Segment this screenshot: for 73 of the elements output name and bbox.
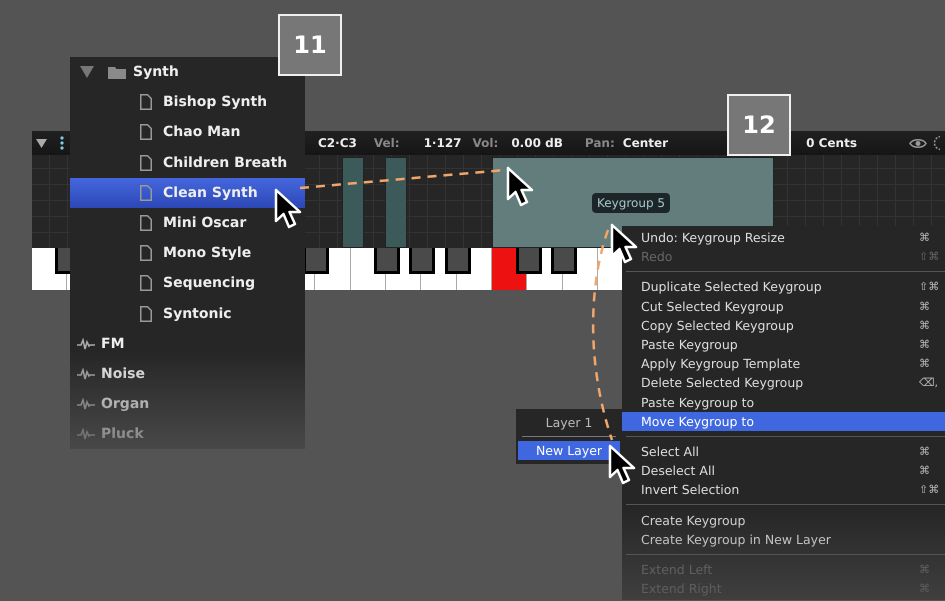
keygroup-tooltip: Keygroup 5 [592,193,670,213]
document-icon [140,275,152,292]
folder-icon [108,66,126,79]
eye-icon[interactable] [908,138,927,148]
folder-label: Synth [133,64,179,80]
mouse-pointer-icon [506,166,534,206]
disclosure-triangle-icon[interactable] [36,138,47,148]
mouse-pointer-icon [608,444,636,484]
knob-icon[interactable] [932,135,940,151]
shortcut-label: ⇧⌘ [919,250,940,264]
tune-value: 0 Cents [806,136,857,150]
waveform-icon [77,338,95,350]
document-icon [140,184,152,201]
document-icon [140,245,152,262]
waveform-icon [77,428,95,440]
volume-value: 0.00 dB [511,136,563,150]
layer-item[interactable]: New Layer [518,441,620,460]
note-range: C2·C3 [318,136,357,150]
patch-item[interactable]: Children Breath [70,148,305,178]
shortcut-label: ⌘ [919,300,930,313]
menu-item[interactable]: Create Keygroup in New Layer [622,530,945,549]
document-icon [140,306,152,322]
velocity-value: 1·127 [424,136,462,150]
mouse-pointer-icon [610,224,638,264]
menu-item[interactable]: Copy Selected Keygroup ⌘ [622,316,945,335]
menu-item[interactable]: Create Keygroup [622,510,945,530]
document-icon [140,215,152,232]
layer-item[interactable]: Layer 1 [516,413,622,432]
menu-item[interactable]: Cut Selected Keygroup ⌘ [622,296,945,316]
shortcut-label: ⇧⌘ [919,483,940,496]
category-item[interactable]: Noise [70,358,305,390]
category-item[interactable]: FM [70,328,305,359]
mouse-pointer-icon [274,188,302,228]
menu-item[interactable]: Paste Keygroup ⌘ [622,334,945,354]
menu-item[interactable]: Apply Keygroup Template ⌘ [622,354,945,374]
menu-item[interactable]: Select All ⌘ [622,442,945,462]
volume-label: Vol: [472,136,498,150]
category-item[interactable]: Organ [70,389,305,420]
document-icon [140,94,152,110]
shortcut-label: ⌘ [919,231,930,244]
waveform-icon [77,368,95,380]
shortcut-label: ⌘ [919,318,930,332]
shortcut-label: ⌘ [919,357,930,370]
patch-item[interactable]: Mini Oscar [70,208,305,238]
menu-item[interactable]: Paste Keygroup to [622,392,945,412]
shortcut-label: ⌫, [919,376,938,390]
patch-item[interactable]: Bishop Synth [70,87,305,118]
step-badge: 11 [278,14,342,76]
shortcut-label: ⌘ [919,464,930,478]
patch-item[interactable]: Syntonic [70,298,305,329]
menu-item[interactable]: Move Keygroup to [622,412,945,431]
shortcut-label: ⇧⌘ [919,280,940,294]
shortcut-label: ⌘ [919,562,930,576]
patch-item[interactable]: Sequencing [70,268,305,298]
pan-value: Center [622,136,668,150]
step-badge: 12 [727,94,791,156]
disclosure-triangle-icon[interactable] [80,66,94,78]
shortcut-label: ⌘ [919,444,930,458]
waveform-icon [77,398,95,410]
shortcut-label: ⌘ [919,582,930,596]
velocity-label: Vel: [374,136,400,150]
menu-item[interactable]: Delete Selected Keygroup ⌫, [622,373,945,392]
pan-label: Pan: [584,136,615,150]
patch-item[interactable]: Mono Style [70,238,305,268]
patch-item[interactable]: Clean Synth [70,178,305,208]
document-icon [140,124,152,140]
grip-icon[interactable] [60,136,64,150]
menu-item[interactable]: Invert Selection ⇧⌘ [622,480,945,500]
menu-item[interactable]: Duplicate Selected Keygroup ⇧⌘ [622,277,945,297]
document-icon [140,154,152,171]
shortcut-label: ⌘ [919,338,930,352]
patch-item[interactable]: Chao Man [70,117,305,148]
folder-row[interactable]: Synth [70,57,183,88]
